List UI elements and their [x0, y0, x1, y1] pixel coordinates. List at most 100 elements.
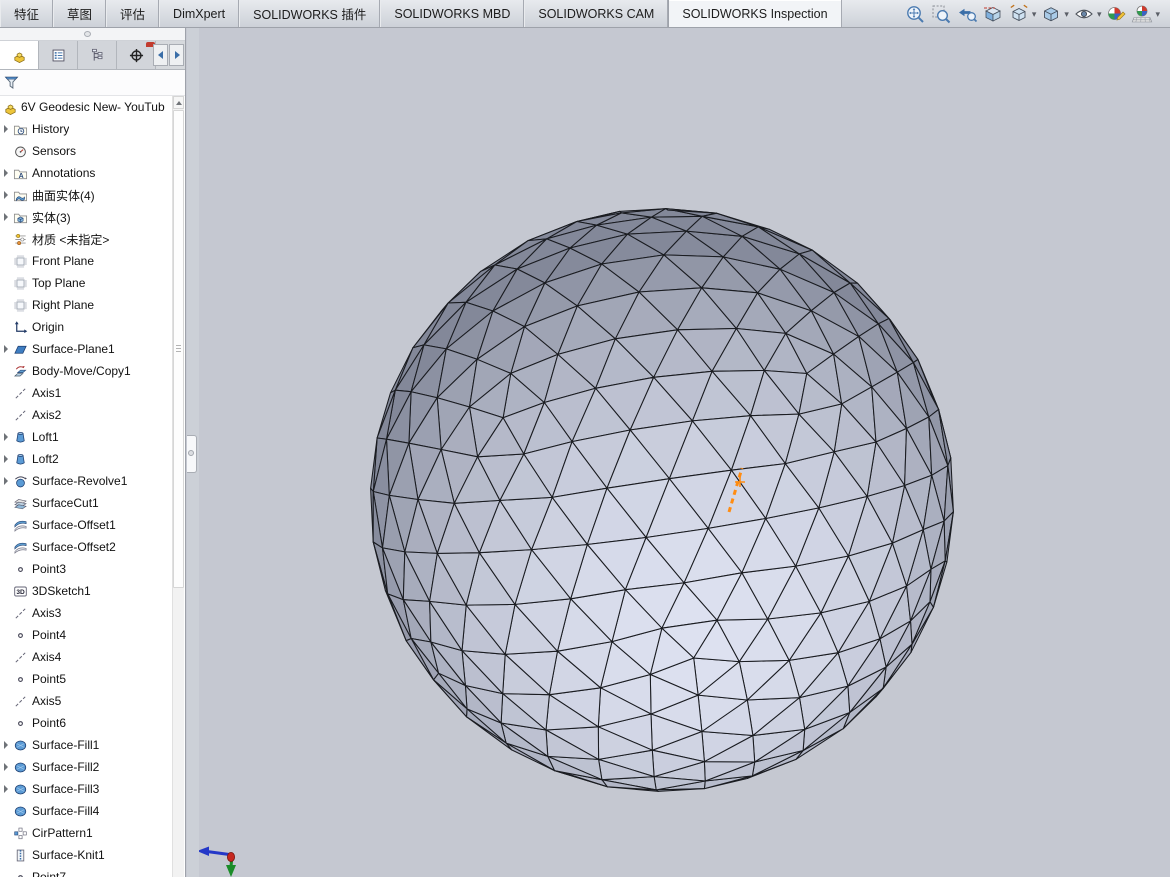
- tree-item-point7[interactable]: Point7: [0, 866, 173, 877]
- tree-item-label: Point4: [32, 628, 66, 642]
- expand-arrow[interactable]: [0, 169, 12, 177]
- tree-item-point4[interactable]: Point4: [0, 624, 173, 646]
- axis-icon: [13, 606, 28, 621]
- feature-tree: 6V Geodesic New- YouTub History Sensors AAn…: [0, 96, 173, 877]
- tree-item-point3[interactable]: Point3: [0, 558, 173, 580]
- tree-root-item[interactable]: 6V Geodesic New- YouTub: [0, 96, 173, 118]
- zoom-to-area-button[interactable]: [928, 1, 954, 27]
- command-tab-solidworks-mbd[interactable]: SOLIDWORKS MBD: [380, 0, 524, 27]
- expand-arrow[interactable]: [0, 785, 12, 793]
- tree-item-point6[interactable]: Point6: [0, 712, 173, 734]
- loft-icon: [13, 430, 28, 445]
- scrollbar-thumb[interactable]: [173, 110, 184, 588]
- tree-item-label: 曲面实体(4): [32, 187, 95, 204]
- loft-icon: [13, 452, 28, 467]
- tree-item-axis1[interactable]: Axis1: [0, 382, 173, 404]
- expand-arrow[interactable]: [0, 455, 12, 463]
- apply-scene-button[interactable]: [1129, 1, 1155, 27]
- plane-icon: [13, 254, 28, 269]
- hide-show-items-dropdown-caret[interactable]: ▾: [1097, 1, 1102, 27]
- tree-item-axis3[interactable]: Axis3: [0, 602, 173, 624]
- tree-item-surfacecut1[interactable]: SurfaceCut1: [0, 492, 173, 514]
- tree-item-loft2[interactable]: Loft2: [0, 448, 173, 470]
- tree-item-right-plane[interactable]: Right Plane: [0, 294, 173, 316]
- previous-view-button[interactable]: [954, 1, 980, 27]
- tree-item-surface-offset1[interactable]: Surface-Offset1: [0, 514, 173, 536]
- tree-item-origin[interactable]: Origin: [0, 316, 173, 338]
- expand-arrow[interactable]: [0, 477, 12, 485]
- configurationmanager-tab[interactable]: [78, 41, 117, 69]
- expand-arrow[interactable]: [0, 191, 12, 199]
- tree-item-axis5[interactable]: Axis5: [0, 690, 173, 712]
- hide-show-items-button[interactable]: [1071, 1, 1097, 27]
- view-orientation-dropdown-caret[interactable]: ▾: [1032, 1, 1037, 27]
- annotations-folder-icon: A: [13, 166, 28, 181]
- expand-arrow[interactable]: [0, 345, 12, 353]
- zoom-to-fit-icon: [904, 3, 926, 25]
- tree-item-label: Top Plane: [32, 276, 85, 290]
- tree-item-axis4[interactable]: Axis4: [0, 646, 173, 668]
- expand-arrow[interactable]: [0, 125, 12, 133]
- tree-item-surface-fill4[interactable]: Surface-Fill4: [0, 800, 173, 822]
- tree-item-sensors[interactable]: Sensors: [0, 140, 173, 162]
- section-view-button[interactable]: [980, 1, 1006, 27]
- tree-item-loft1[interactable]: Loft1: [0, 426, 173, 448]
- command-tab-item[interactable]: 特征: [0, 0, 53, 27]
- manager-tab-prev-button[interactable]: [153, 44, 168, 66]
- display-style-dropdown-caret[interactable]: ▾: [1064, 1, 1069, 27]
- zoom-to-fit-button[interactable]: [902, 1, 928, 27]
- apply-scene-dropdown-caret[interactable]: ▾: [1155, 1, 1160, 27]
- tree-item-history[interactable]: History: [0, 118, 173, 140]
- tree-item-label: Sensors: [32, 144, 76, 158]
- expand-arrow[interactable]: [0, 741, 12, 749]
- propertymanager-tab[interactable]: [39, 41, 78, 69]
- tree-item-point5[interactable]: Point5: [0, 668, 173, 690]
- tree-scrollbar[interactable]: [172, 96, 184, 877]
- expand-arrow[interactable]: [0, 433, 12, 441]
- tree-item-cirpattern1[interactable]: CirPattern1: [0, 822, 173, 844]
- sphere-mesh[interactable]: [371, 209, 954, 792]
- edit-appearance-button[interactable]: [1103, 1, 1129, 27]
- command-tab-item[interactable]: 评估: [106, 0, 159, 27]
- tree-item-label: Body-Move/Copy1: [32, 364, 131, 378]
- manager-tab-next-button[interactable]: [169, 44, 184, 66]
- tree-item-body-move-copy1[interactable]: Body-Move/Copy1: [0, 360, 173, 382]
- command-tab-dimxpert[interactable]: DimXpert: [159, 0, 239, 27]
- filter-funnel-icon[interactable]: [3, 74, 20, 91]
- panel-collapse-handle[interactable]: [187, 435, 197, 473]
- command-tab-solidworks-inspection[interactable]: SOLIDWORKS Inspection: [668, 0, 841, 27]
- command-tab-item[interactable]: 草图: [53, 0, 106, 27]
- view-orientation-button[interactable]: [1006, 1, 1032, 27]
- tree-item-label: Front Plane: [32, 254, 94, 268]
- tree-item-top-plane[interactable]: Top Plane: [0, 272, 173, 294]
- display-style-button[interactable]: [1038, 1, 1064, 27]
- expand-arrow[interactable]: [0, 213, 12, 221]
- tree-item-surface-fill1[interactable]: Surface-Fill1: [0, 734, 173, 756]
- tree-item-label: Surface-Plane1: [32, 342, 115, 356]
- tree-item-item[interactable]: 材质 <未指定>: [0, 228, 173, 250]
- tree-item-surface-offset2[interactable]: Surface-Offset2: [0, 536, 173, 558]
- tree-item-surface-knit1[interactable]: Surface-Knit1: [0, 844, 173, 866]
- tree-item-surface-revolve1[interactable]: Surface-Revolve1: [0, 470, 173, 492]
- tree-item-front-plane[interactable]: Front Plane: [0, 250, 173, 272]
- command-tab-solidworks[interactable]: SOLIDWORKS 插件: [239, 0, 380, 27]
- tree-item-axis2[interactable]: Axis2: [0, 404, 173, 426]
- tree-item-surface-fill3[interactable]: Surface-Fill3: [0, 778, 173, 800]
- tree-item-4[interactable]: 曲面实体(4): [0, 184, 173, 206]
- tree-item-3[interactable]: 实体(3): [0, 206, 173, 228]
- manager-tab-bar: [0, 41, 185, 70]
- tree-item-annotations[interactable]: AAnnotations: [0, 162, 173, 184]
- expand-arrow[interactable]: [0, 763, 12, 771]
- scrollbar-up-button[interactable]: [173, 96, 184, 109]
- tree-root-label: 6V Geodesic New- YouTub: [21, 100, 165, 114]
- panel-drag-handle[interactable]: [0, 28, 185, 41]
- featuremanager-panel: 6V Geodesic New- YouTub History Sensors AAn…: [0, 28, 186, 877]
- command-tab-solidworks-cam[interactable]: SOLIDWORKS CAM: [524, 0, 668, 27]
- featuremanager-design-tree-tab[interactable]: [0, 41, 39, 69]
- panel-splitter[interactable]: [187, 28, 199, 877]
- tree-item-3dsketch1[interactable]: 3D3DSketch1: [0, 580, 173, 602]
- tree-item-surface-fill2[interactable]: Surface-Fill2: [0, 756, 173, 778]
- graphics-viewport[interactable]: Z: [199, 28, 1170, 877]
- geodesic-sphere-model[interactable]: [199, 28, 1170, 877]
- tree-item-surface-plane1[interactable]: Surface-Plane1: [0, 338, 173, 360]
